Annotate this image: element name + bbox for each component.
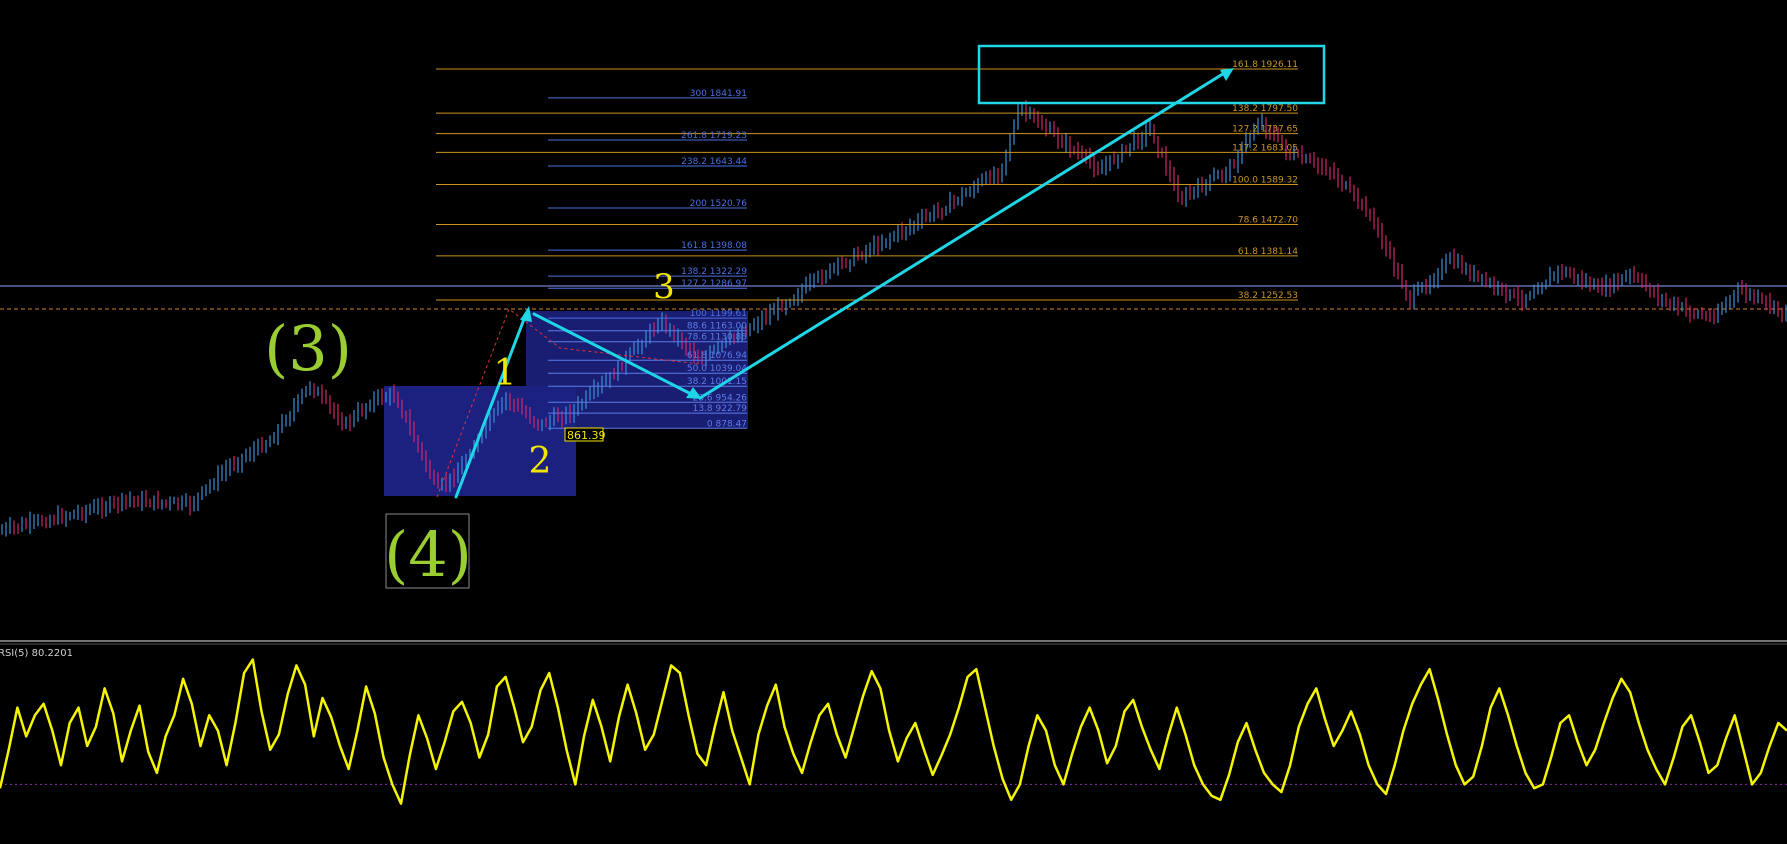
fib-main-level-label: 38.2 1252.53 (1238, 291, 1298, 301)
wave-label-minor-1: 1 (494, 353, 517, 394)
fib-retr-level-label: 78.6 1130.88 (687, 333, 747, 343)
fib-ext-level-label: 300 1841.91 (690, 89, 747, 99)
chart-canvas: 161.8 1926.11 138.2 1797.50 127.2 1737.65 1… (0, 0, 1787, 844)
price-tag: 861.39 (567, 429, 606, 442)
fib-ext-level-label: 238.2 1643.44 (681, 157, 747, 167)
wave-label-minor-3: 3 (653, 267, 675, 307)
wave-label-minor-2: 2 (529, 441, 552, 482)
fib-retr-level-label: 88.6 1163.00 (687, 322, 747, 332)
fib-main-level-label: 100.0 1589.32 (1232, 176, 1298, 186)
fib-main-level-label: 117.2 1683.05 (1232, 143, 1298, 153)
fib-main-level-label: 78.6 1472.70 (1238, 215, 1298, 225)
chart-background (0, 0, 1787, 844)
rsi-label: RSI(5) 80.2201 (0, 648, 73, 659)
fib-main-level-label: 127.2 1737.65 (1232, 125, 1298, 135)
fib-main-level-label: 161.8 1926.11 (1232, 60, 1298, 70)
fib-ext-level-label: 161.8 1398.08 (681, 241, 747, 251)
wave-label-major-3: (3) (264, 312, 352, 385)
fib-main-level-label: 61.8 1381.14 (1238, 247, 1298, 257)
fib-retr-level-label: 61.8 1076.94 (687, 351, 747, 361)
fib-retr-level-label: 0 878.47 (707, 419, 747, 429)
fib-ext-level-label: 200 1520.76 (690, 199, 748, 209)
wave-label-major-4: (4) (384, 518, 472, 591)
fib-retr-level-label: 13.8 922.79 (693, 404, 748, 414)
fib-ext-level-label: 138.2 1322.29 (681, 267, 747, 277)
fib-ext-level-label: 261.8 1719.23 (681, 131, 747, 141)
fib-ext-level-label: 127.2 1286.97 (681, 279, 747, 289)
fib-ext-level-label: 100 1199.61 (690, 309, 747, 319)
fib-retr-level-label: 38.2 1001.15 (687, 377, 747, 387)
fib-main-level-label: 138.2 1797.50 (1232, 104, 1298, 114)
